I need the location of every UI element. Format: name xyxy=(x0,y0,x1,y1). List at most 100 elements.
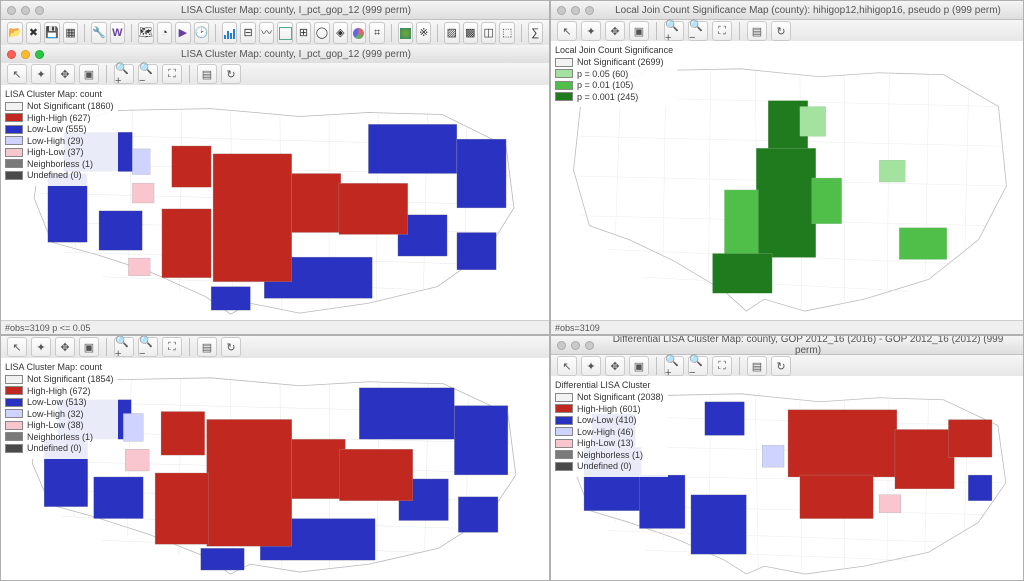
pointer-icon[interactable]: ↖ xyxy=(557,21,577,41)
map-canvas[interactable]: Local Join Count SignificanceNot Signifi… xyxy=(551,41,1023,321)
legend-swatch xyxy=(5,171,23,180)
refresh-icon[interactable]: ↻ xyxy=(221,64,241,84)
panel-top-left: LISA Cluster Map: county, I_pct_gop_12 (… xyxy=(0,0,550,335)
pointer-icon[interactable]: ↖ xyxy=(557,356,577,376)
basemaps-icon[interactable]: ▤ xyxy=(747,356,767,376)
max-dot-icon[interactable] xyxy=(35,6,44,15)
refresh-icon[interactable]: ↻ xyxy=(771,21,791,41)
toolbar-separator xyxy=(739,357,740,375)
min-dot-icon[interactable] xyxy=(21,6,30,15)
legend-row: Not Significant (1854) xyxy=(5,374,114,384)
time-icon[interactable]: 🕑 xyxy=(194,22,210,44)
zoom-in-icon[interactable]: 🔍+ xyxy=(664,356,684,376)
zoom-in-icon[interactable]: 🔍+ xyxy=(114,64,134,84)
map-canvas[interactable]: Differential LISA ClusterNot Significant… xyxy=(551,376,1023,580)
3d-icon[interactable]: ◈ xyxy=(333,22,348,44)
zoom-out-icon[interactable]: 🔍− xyxy=(138,64,158,84)
cluster-icon[interactable] xyxy=(398,22,413,44)
close-dot-icon[interactable] xyxy=(557,6,566,15)
open-icon[interactable]: 📂 xyxy=(7,22,23,44)
zoom-out-icon[interactable]: 🔍− xyxy=(688,356,708,376)
legend-swatch xyxy=(5,421,23,430)
close-dot-icon[interactable] xyxy=(557,341,566,350)
pie-icon[interactable] xyxy=(351,22,366,44)
fit-icon[interactable]: ⛶ xyxy=(162,337,182,357)
pointer-icon[interactable]: ↖ xyxy=(7,64,27,84)
table-icon[interactable]: ▦ xyxy=(63,22,78,44)
weights-icon[interactable]: W xyxy=(110,22,125,44)
window-controls[interactable] xyxy=(7,6,44,15)
max-dot-icon[interactable] xyxy=(585,341,594,350)
scatter-matrix-icon[interactable]: ⊞ xyxy=(296,22,311,44)
animation-icon[interactable]: ▶ xyxy=(175,22,190,44)
histogram-icon[interactable] xyxy=(222,22,237,44)
pan-icon[interactable]: ✥ xyxy=(55,337,75,357)
basemaps-icon[interactable]: ▤ xyxy=(747,21,767,41)
pcp-icon[interactable]: 〰 xyxy=(259,22,274,44)
zoom-in-icon[interactable]: 🔍+ xyxy=(114,337,134,357)
save-icon[interactable]: 💾 xyxy=(44,22,60,44)
boxplot-icon[interactable]: ⊟ xyxy=(240,22,255,44)
cartogram-icon[interactable]: ◔ xyxy=(157,22,172,44)
mac-titlebar[interactable]: Local Join Count Significance Map (count… xyxy=(551,1,1023,20)
legend-row: High-High (672) xyxy=(5,386,114,396)
fit-icon[interactable]: ⛶ xyxy=(712,21,732,41)
legend-row: Low-High (32) xyxy=(5,409,114,419)
basemaps-icon[interactable]: ▤ xyxy=(197,64,217,84)
min-dot-icon[interactable] xyxy=(21,50,30,59)
legend-swatch xyxy=(5,398,23,407)
refresh-icon[interactable]: ↻ xyxy=(771,356,791,376)
identify-icon[interactable]: ✦ xyxy=(31,64,51,84)
mac-titlebar[interactable]: Differential LISA Cluster Map: county, G… xyxy=(551,336,1023,355)
extent-icon[interactable]: ▣ xyxy=(79,337,99,357)
identify-icon[interactable]: ✦ xyxy=(581,356,601,376)
cchart-icon[interactable]: ⌗ xyxy=(369,22,384,44)
map-canvas[interactable]: LISA Cluster Map: countNot Significant (… xyxy=(1,358,549,580)
mac-titlebar[interactable]: LISA Cluster Map: county, I_pct_gop_12 (… xyxy=(1,1,549,20)
close-dot-icon[interactable] xyxy=(7,6,16,15)
zoom-out-icon[interactable]: 🔍− xyxy=(138,337,158,357)
identify-icon[interactable]: ✦ xyxy=(31,337,51,357)
pan-icon[interactable]: ✥ xyxy=(55,64,75,84)
bubble-icon[interactable]: ◯ xyxy=(314,22,329,44)
join-icon[interactable]: ◫ xyxy=(481,22,496,44)
inner-titlebar[interactable]: LISA Cluster Map: county, I_pct_gop_12 (… xyxy=(1,45,549,64)
zoom-in-icon[interactable]: 🔍+ xyxy=(664,21,684,41)
pan-icon[interactable]: ✥ xyxy=(605,356,625,376)
min-dot-icon[interactable] xyxy=(571,6,580,15)
max-dot-icon[interactable] xyxy=(35,50,44,59)
moran-icon[interactable]: ※ xyxy=(416,22,431,44)
zoom-out-icon[interactable]: 🔍− xyxy=(688,21,708,41)
legend-row: Not Significant (2699) xyxy=(555,57,673,67)
close-dot-icon[interactable] xyxy=(7,50,16,59)
map-canvas[interactable]: LISA Cluster Map: countNot Significant (… xyxy=(1,85,549,321)
legend-swatch xyxy=(5,432,23,441)
inner-window-controls[interactable] xyxy=(7,50,44,59)
max-dot-icon[interactable] xyxy=(585,6,594,15)
extent-icon[interactable]: ▣ xyxy=(79,64,99,84)
toolbar-separator xyxy=(131,24,132,42)
fit-icon[interactable]: ⛶ xyxy=(162,64,182,84)
pan-icon[interactable]: ✥ xyxy=(605,21,625,41)
refresh-icon[interactable]: ↻ xyxy=(221,337,241,357)
map-icon[interactable]: 🗺 xyxy=(138,22,154,44)
basemaps-icon[interactable]: ▤ xyxy=(197,337,217,357)
legend-label: High-Low (37) xyxy=(27,147,84,157)
rates-icon[interactable]: ⬚ xyxy=(499,22,514,44)
identify-icon[interactable]: ✦ xyxy=(581,21,601,41)
pointer-icon[interactable]: ↖ xyxy=(7,337,27,357)
extent-icon[interactable]: ▣ xyxy=(629,356,649,376)
window-controls[interactable] xyxy=(557,341,594,350)
inner-toolbar: ↖✦✥▣ 🔍+🔍−⛶ ▤↻ xyxy=(1,336,549,359)
regression-icon[interactable]: ∑ xyxy=(528,22,543,44)
close-icon[interactable]: ✖ xyxy=(26,22,41,44)
toolbar-separator xyxy=(391,24,392,42)
lisa-icon[interactable]: ▨ xyxy=(444,22,459,44)
extent-icon[interactable]: ▣ xyxy=(629,21,649,41)
window-controls[interactable] xyxy=(557,6,594,15)
scatter-icon[interactable] xyxy=(277,22,292,44)
getis-icon[interactable]: ▩ xyxy=(463,22,478,44)
min-dot-icon[interactable] xyxy=(571,341,580,350)
fit-icon[interactable]: ⛶ xyxy=(712,356,732,376)
tools-icon[interactable]: 🔧 xyxy=(91,22,107,44)
